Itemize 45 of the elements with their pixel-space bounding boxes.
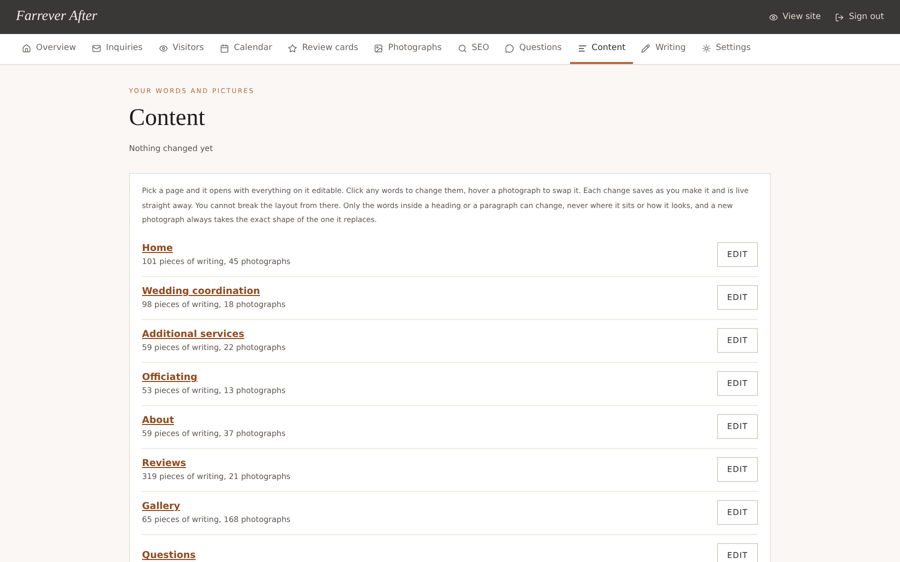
nav-tab[interactable]: Calendar [212, 34, 280, 64]
page-title: Content [129, 105, 206, 132]
calendar-icon [220, 44, 229, 52]
nav-tab[interactable]: Settings [694, 34, 759, 64]
nav-tab[interactable]: Questions [497, 34, 570, 64]
nav-tab[interactable]: SEO [450, 34, 498, 64]
search-icon [458, 44, 467, 52]
edit-button[interactable]: EDIT [717, 457, 758, 482]
page-link[interactable]: About [142, 415, 286, 426]
edit-button[interactable]: EDIT [717, 242, 758, 267]
home-icon [22, 44, 31, 52]
edit-button[interactable]: EDIT [717, 328, 758, 353]
nav-tab[interactable]: Overview [14, 34, 84, 64]
edit-button[interactable]: EDIT [717, 285, 758, 310]
page-link[interactable]: Questions [142, 550, 196, 561]
pencil-icon [641, 44, 650, 52]
page-link[interactable]: Reviews [142, 458, 290, 469]
sign-out-icon [834, 12, 844, 22]
image-icon [374, 44, 384, 52]
nav-tab[interactable]: Visitors [150, 34, 212, 64]
page-link[interactable]: Additional services [142, 329, 286, 340]
edit-button[interactable]: EDIT [717, 371, 758, 396]
page-link[interactable]: Home [142, 243, 290, 254]
edit-button[interactable]: EDIT [717, 543, 758, 562]
star-icon [288, 44, 298, 52]
brand-logo[interactable]: Farrever After [16, 9, 98, 25]
nav-tab[interactable]: Photographs [366, 34, 450, 64]
nav-tab[interactable]: Inquiries [84, 34, 151, 64]
page-link[interactable]: Officiating [142, 372, 286, 383]
mail-icon [92, 44, 102, 52]
nav-tab[interactable]: Writing [633, 34, 694, 64]
header-link[interactable]: Sign out [834, 12, 884, 22]
page-link[interactable]: Gallery [142, 501, 290, 512]
edit-button[interactable]: EDIT [717, 414, 758, 439]
header-link[interactable]: View site [768, 12, 821, 22]
settings-icon [702, 44, 711, 52]
nav-tab[interactable]: Review cards [280, 34, 366, 64]
eye-icon [158, 44, 168, 52]
nav-tab[interactable]: Content [570, 34, 634, 64]
speech-bubble-icon [505, 44, 514, 52]
edit-button[interactable]: EDIT [717, 500, 758, 525]
status-text: Nothing changed yet [129, 144, 214, 153]
lines-icon [578, 44, 587, 52]
page-link[interactable]: Wedding coordination [142, 286, 286, 297]
eye-icon [768, 12, 778, 22]
